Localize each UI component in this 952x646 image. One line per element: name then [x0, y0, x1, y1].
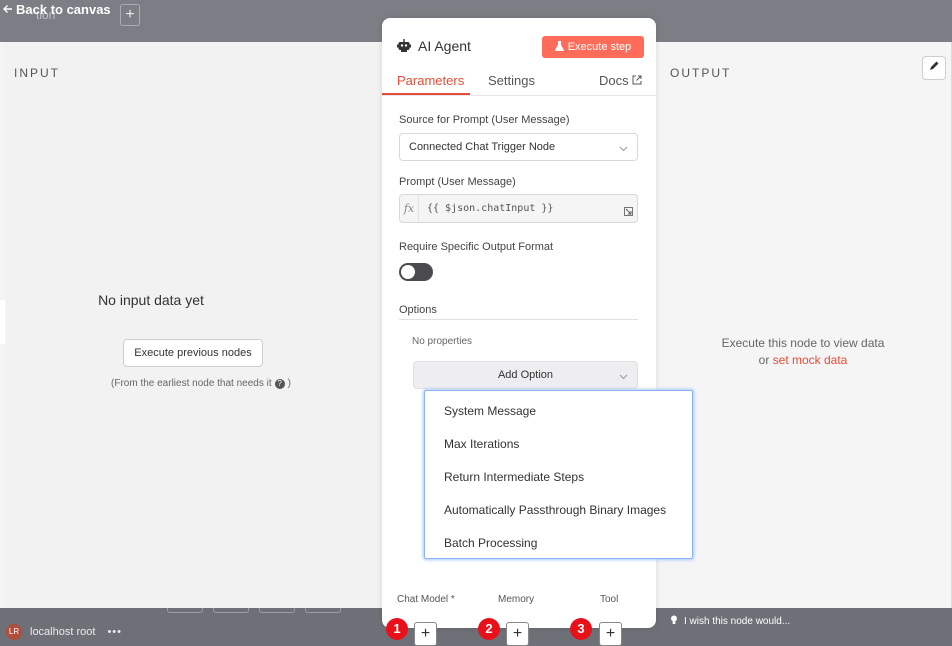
back-to-canvas-link[interactable]: Back to canvas	[3, 2, 111, 17]
arrow-left-icon	[3, 2, 13, 17]
input-panel: INPUT No input data yet Execute previous…	[6, 42, 386, 608]
chat-model-badge: 1	[386, 618, 408, 640]
chevron-down-icon	[619, 371, 628, 383]
tool-label: Tool	[600, 594, 619, 605]
source-prompt-label: Source for Prompt (User Message)	[399, 114, 570, 126]
active-tab-underline	[382, 93, 470, 95]
require-output-format-label: Require Specific Output Format	[399, 241, 554, 253]
node-title: AI Agent	[418, 38, 471, 54]
execute-step-label: Execute step	[567, 41, 632, 53]
chat-model-label: Chat Model *	[397, 594, 455, 605]
execute-step-button[interactable]: Execute step	[542, 36, 644, 58]
source-prompt-select[interactable]: Connected Chat Trigger Node	[399, 133, 638, 161]
robot-icon	[397, 39, 411, 57]
option-passthrough-binary-images[interactable]: Automatically Passthrough Binary Images	[444, 503, 666, 517]
output-message-line1: Execute this node to view data	[721, 336, 885, 350]
feedback-text: I wish this node would...	[684, 615, 791, 627]
avatar: LR	[6, 624, 22, 640]
execute-previous-nodes-button[interactable]: Execute previous nodes	[123, 339, 263, 367]
prompt-label: Prompt (User Message)	[399, 176, 516, 188]
user-name: localhost root	[30, 626, 96, 638]
no-input-message: No input data yet	[98, 292, 204, 308]
feedback-bar[interactable]: I wish this node would...	[654, 608, 952, 634]
prompt-expression-input[interactable]: fx {{ $json.chatInput }}	[399, 194, 638, 223]
option-return-intermediate-steps[interactable]: Return Intermediate Steps	[444, 470, 584, 484]
set-mock-data-link[interactable]: set mock data	[773, 353, 848, 367]
user-row[interactable]: LR localhost root •••	[6, 624, 122, 640]
options-divider	[399, 319, 638, 320]
flask-icon	[554, 40, 564, 54]
memory-label: Memory	[498, 594, 535, 605]
back-to-canvas-label: Back to canvas	[16, 2, 111, 17]
input-hint-close: )	[287, 378, 291, 389]
add-memory-button[interactable]: +	[506, 622, 529, 646]
add-tab-button[interactable]: +	[120, 4, 140, 26]
lightbulb-icon	[670, 615, 678, 628]
source-prompt-value: Connected Chat Trigger Node	[409, 141, 556, 153]
input-hint-text: (From the earliest node that needs it	[111, 378, 272, 389]
input-panel-title: INPUT	[14, 66, 60, 80]
fx-icon: fx	[400, 195, 419, 222]
add-option-dropdown[interactable]: Add Option	[413, 361, 638, 389]
node-tabs: Parameters Settings Docs	[382, 66, 656, 96]
output-message-or: or	[758, 353, 773, 367]
output-empty-message: Execute this node to view data or set mo…	[654, 335, 952, 369]
tab-parameters[interactable]: Parameters	[397, 73, 464, 88]
add-chat-model-button[interactable]: +	[414, 622, 437, 646]
help-icon[interactable]: ?	[274, 378, 285, 389]
add-tool-button[interactable]: +	[599, 622, 622, 646]
option-system-message[interactable]: System Message	[444, 404, 536, 418]
tab-settings[interactable]: Settings	[488, 73, 535, 88]
output-panel-title: OUTPUT	[670, 66, 732, 80]
option-menu: System Message Max Iterations Return Int…	[424, 390, 693, 559]
output-panel: OUTPUT Execute this node to view data or…	[654, 42, 952, 608]
expand-icon[interactable]	[624, 207, 633, 219]
option-max-iterations[interactable]: Max Iterations	[444, 437, 519, 451]
panel-edge-mark	[0, 300, 5, 344]
tab-docs-label: Docs	[599, 73, 629, 88]
option-batch-processing[interactable]: Batch Processing	[444, 536, 537, 550]
tool-badge: 3	[570, 618, 592, 640]
more-icon[interactable]: •••	[107, 626, 122, 638]
tab-docs[interactable]: Docs	[599, 73, 642, 88]
add-option-label: Add Option	[497, 369, 554, 381]
options-label: Options	[399, 304, 437, 316]
memory-badge: 2	[478, 618, 500, 640]
chevron-down-icon	[619, 143, 628, 155]
external-link-icon	[632, 73, 642, 88]
prompt-expression-value: {{ $json.chatInput }}	[427, 203, 554, 214]
require-output-format-toggle[interactable]	[399, 263, 433, 281]
pencil-icon	[928, 59, 940, 77]
input-hint: (From the earliest node that needs it ? …	[6, 378, 396, 389]
toggle-knob	[401, 265, 415, 279]
edit-output-button[interactable]	[922, 56, 946, 80]
no-properties-text: No properties	[412, 336, 473, 347]
